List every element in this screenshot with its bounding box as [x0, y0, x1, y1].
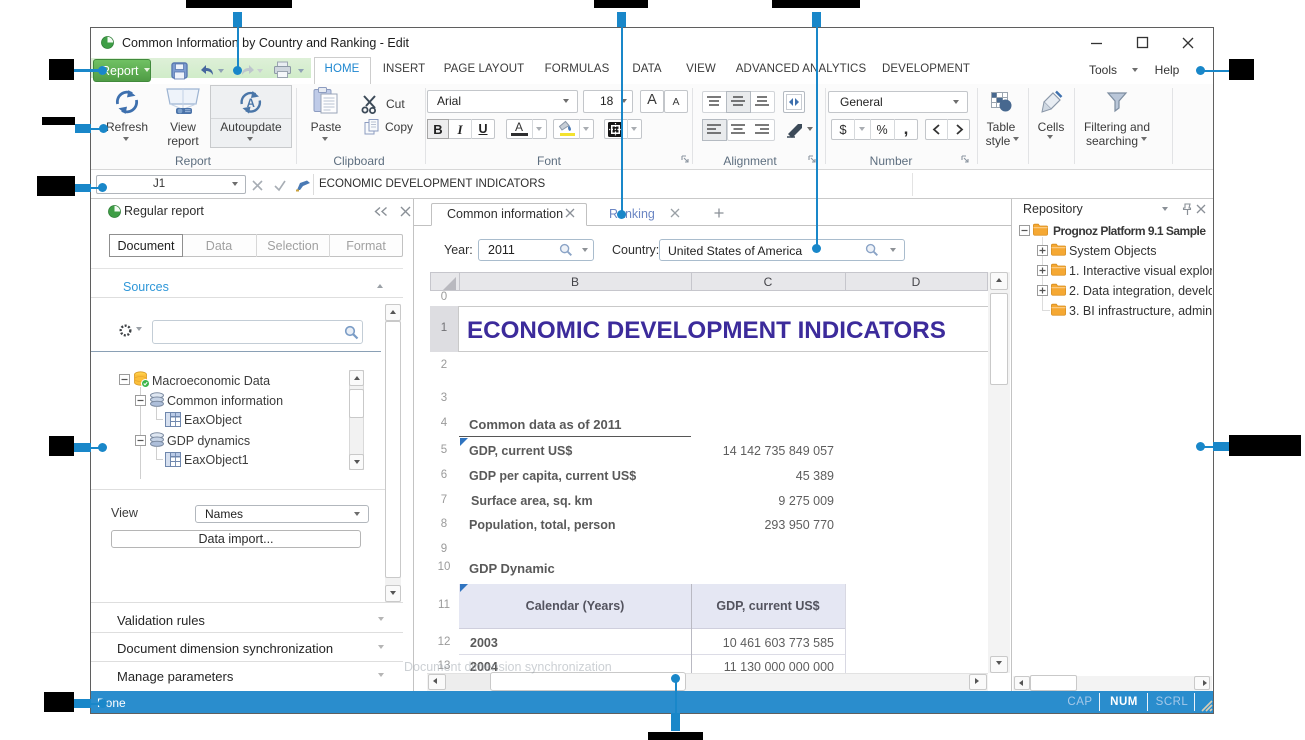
svg-text:A: A: [247, 98, 255, 110]
